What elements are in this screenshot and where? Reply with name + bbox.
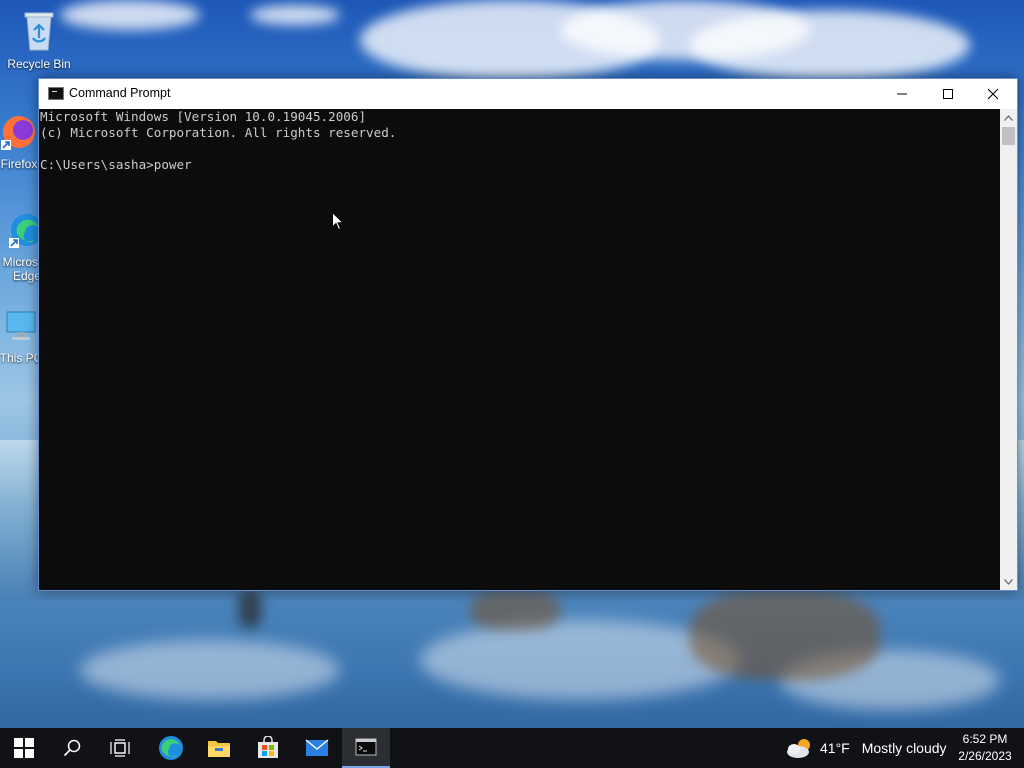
desktop-icon-label: Firefox: [0, 157, 38, 171]
command-prompt-window[interactable]: Command Prompt Microsoft Windows [Versio…: [38, 78, 1018, 591]
scrollbar-thumb[interactable]: [1002, 127, 1015, 145]
scroll-down-button[interactable]: [1000, 573, 1017, 590]
cmd-icon: [48, 87, 64, 100]
clock-date: 2/26/2023: [958, 749, 1012, 763]
close-icon: [987, 88, 999, 100]
cmd-icon: [355, 738, 377, 756]
desktop-icon-label: This PC: [0, 351, 43, 365]
clock-time: 6:52 PM: [962, 732, 1008, 746]
close-button[interactable]: [970, 79, 1016, 109]
desktop-icon-recycle-bin[interactable]: Recycle Bin: [2, 8, 76, 71]
scroll-up-button[interactable]: [1000, 109, 1017, 126]
task-view-button[interactable]: [96, 728, 144, 768]
windows-logo-icon: [14, 738, 34, 758]
recycle-bin-icon: [2, 8, 76, 55]
search-icon: [63, 739, 81, 757]
weather-condition: Mostly cloudy: [861, 740, 947, 756]
maximize-button[interactable]: [925, 79, 971, 109]
edge-icon: [159, 736, 183, 760]
task-view-icon: [110, 739, 130, 757]
partly-cloudy-icon: [787, 739, 810, 758]
minimize-button[interactable]: [879, 79, 925, 109]
console-line: Microsoft Windows [Version 10.0.19045.20…: [40, 109, 367, 124]
taskbar-file-explorer-button[interactable]: [195, 728, 243, 768]
vertical-scrollbar[interactable]: [1000, 109, 1017, 590]
taskbar-mail-button[interactable]: [293, 728, 341, 768]
desktop-icon-label: Recycle Bin: [7, 57, 71, 71]
taskbar-command-prompt-button[interactable]: [342, 728, 390, 768]
console-line: (c) Microsoft Corporation. All rights re…: [40, 125, 397, 140]
system-clock[interactable]: 6:52 PM 2/26/2023: [952, 731, 1018, 765]
taskbar-store-button[interactable]: [244, 728, 292, 768]
taskbar-edge-button[interactable]: [147, 728, 195, 768]
start-button[interactable]: [0, 728, 48, 768]
console-prompt-line[interactable]: C:\Users\sasha>power: [40, 157, 192, 172]
console-output[interactable]: Microsoft Windows [Version 10.0.19045.20…: [39, 109, 1000, 590]
weather-widget[interactable]: 41°F Mostly cloudy: [786, 728, 947, 768]
window-title: Command Prompt: [69, 86, 171, 100]
weather-temperature: 41°F: [820, 740, 850, 756]
window-titlebar[interactable]: Command Prompt: [39, 79, 1017, 109]
taskbar: 41°F Mostly cloudy 6:52 PM 2/26/2023: [0, 728, 1024, 768]
mail-icon: [305, 739, 329, 756]
chevron-down-icon: [1004, 578, 1013, 585]
folder-icon: [208, 741, 230, 757]
maximize-icon: [943, 89, 953, 99]
store-icon: [258, 736, 278, 758]
mouse-pointer-icon: [332, 211, 345, 235]
minimize-icon: [897, 93, 907, 95]
search-button[interactable]: [48, 728, 96, 768]
chevron-up-icon: [1004, 114, 1013, 121]
